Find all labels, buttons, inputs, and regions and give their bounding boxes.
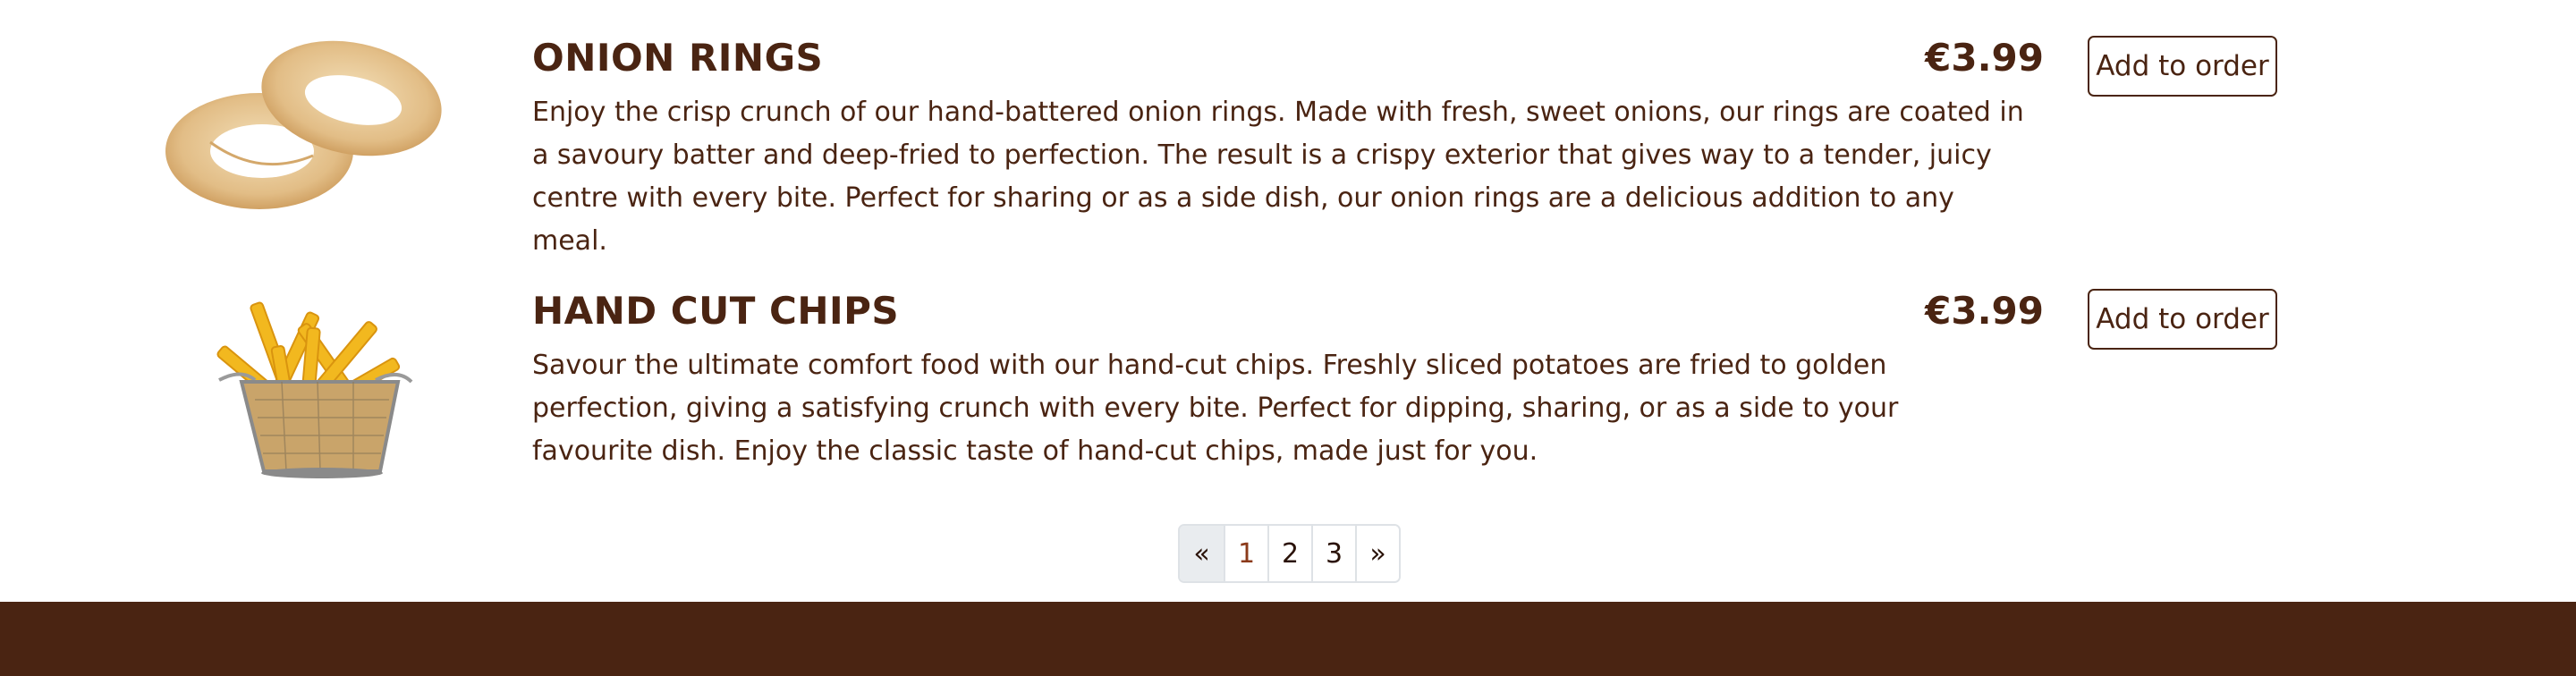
item-price: €3.99 (1925, 36, 2044, 80)
onion-rings-image (165, 40, 442, 209)
page-footer (0, 602, 2576, 676)
pagination-previous[interactable]: « (1180, 526, 1224, 581)
pagination-next[interactable]: » (1355, 526, 1399, 581)
add-to-order-button[interactable]: Add to order (2088, 36, 2277, 97)
item-description: Enjoy the crisp crunch of our hand-batte… (532, 97, 2024, 257)
pagination-page-1[interactable]: 1 (1224, 526, 1267, 581)
item-title: HAND CUT CHIPS (532, 289, 900, 333)
pagination-page-3[interactable]: 3 (1311, 526, 1355, 581)
item-title: ONION RINGS (532, 36, 824, 80)
item-description: Savour the ultimate comfort food with ou… (532, 350, 1899, 467)
pagination-page-2[interactable]: 2 (1267, 526, 1311, 581)
hand-cut-chips-image (216, 301, 413, 478)
add-to-order-button[interactable]: Add to order (2088, 289, 2277, 350)
pagination: « 1 2 3 » (1178, 524, 1401, 583)
item-price: €3.99 (1925, 289, 2044, 333)
